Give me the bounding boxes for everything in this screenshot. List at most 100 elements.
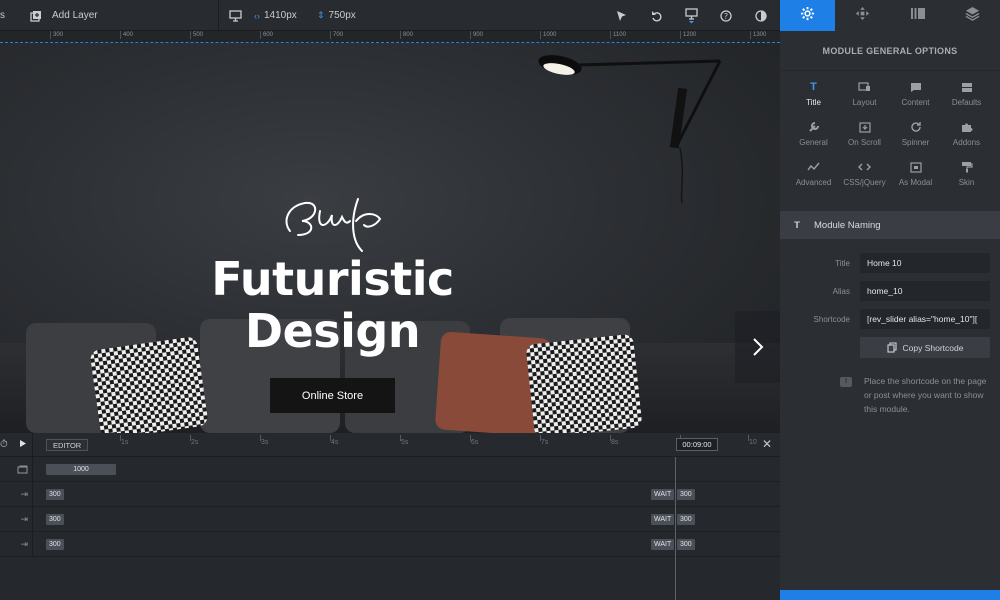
- slide-row-icon: [0, 457, 33, 481]
- next-slide-arrow[interactable]: [735, 311, 780, 383]
- slides-icon: [910, 7, 926, 25]
- layer-start-chip[interactable]: 300: [46, 514, 64, 525]
- option-content[interactable]: Content: [890, 79, 941, 109]
- layer-end-chip[interactable]: 300: [677, 539, 695, 550]
- pointer-icon[interactable]: [616, 0, 627, 31]
- preview-desktop-icon[interactable]: [685, 0, 698, 31]
- option-label: On Scroll: [848, 138, 881, 147]
- option-label: CSS/jQuery: [843, 178, 886, 187]
- device-desktop-icon[interactable]: [229, 0, 242, 31]
- time-label: 5s: [401, 439, 409, 446]
- layer-row-icon: ⇥: [0, 507, 33, 531]
- on-scroll-icon: [858, 119, 871, 135]
- layer-wait-chip[interactable]: WAIT: [651, 514, 675, 525]
- tab-slides[interactable]: [890, 0, 945, 31]
- slide-canvas[interactable]: Futuristic Design Online Store: [0, 43, 780, 433]
- ruler-tick: 600: [260, 31, 273, 39]
- online-store-button[interactable]: Online Store: [270, 378, 395, 413]
- alias-label: Alias: [832, 287, 850, 296]
- layer-row: ⇥ 300 WAIT 300: [0, 482, 780, 507]
- time-label: 10: [749, 439, 757, 446]
- layer-start-chip[interactable]: 300: [46, 539, 64, 550]
- time-label: 6s: [471, 439, 479, 446]
- panel-tabs: [780, 0, 1000, 31]
- timeline-playhead[interactable]: [675, 457, 676, 600]
- width-field[interactable]: ‹› 1410px: [254, 0, 297, 31]
- option-skin[interactable]: Skin: [941, 159, 992, 189]
- option-label: Layout: [852, 98, 877, 107]
- option-as-modal[interactable]: As Modal: [890, 159, 941, 189]
- close-timeline-icon[interactable]: ✕: [762, 438, 772, 450]
- layer-enter-icon: ⇥: [20, 513, 28, 524]
- add-layer-button[interactable]: Add Layer: [30, 0, 98, 31]
- chevron-right-icon: [752, 338, 763, 356]
- option-on-scroll[interactable]: On Scroll: [839, 119, 890, 149]
- advanced-icon: [807, 159, 820, 175]
- layer-wait-chip[interactable]: WAIT: [651, 489, 675, 500]
- help-icon[interactable]: ?: [720, 0, 732, 31]
- option-spinner[interactable]: Spinner: [890, 119, 941, 149]
- top-toolbar: s Add Layer ‹› 1410px ⇕ 750px ?: [0, 0, 780, 31]
- option-addons[interactable]: Addons: [941, 119, 992, 149]
- layer-row-icon: ⇥: [0, 532, 33, 556]
- time-label: 3s: [261, 439, 269, 446]
- save-bar[interactable]: [780, 590, 1000, 600]
- defaults-icon: [961, 79, 973, 95]
- module-naming-section[interactable]: T Module Naming: [780, 211, 1000, 239]
- navigation-icon: [855, 6, 870, 26]
- shortcode-label: Shortcode: [813, 315, 850, 324]
- copy-shortcode-button[interactable]: Copy Shortcode: [860, 337, 990, 358]
- option-label: Addons: [952, 138, 981, 147]
- info-icon: !: [840, 377, 852, 387]
- spinner-icon: [910, 119, 922, 135]
- timer-icon[interactable]: ⏱: [0, 439, 8, 450]
- title-label: Title: [835, 259, 850, 268]
- contrast-icon[interactable]: [755, 0, 767, 31]
- alias-field[interactable]: home_10: [860, 281, 990, 301]
- toolbar-divider: [218, 0, 219, 31]
- tab-layers[interactable]: [945, 0, 1000, 31]
- option-defaults[interactable]: Defaults: [941, 79, 992, 109]
- tab-module-settings[interactable]: [780, 0, 835, 31]
- content-icon: [910, 79, 922, 95]
- paint-roller-icon: [961, 159, 973, 175]
- slide-duration-chip[interactable]: 1000: [46, 464, 116, 475]
- layer-end-chip[interactable]: 300: [677, 514, 695, 525]
- time-label: 2s: [191, 439, 199, 446]
- option-general[interactable]: General: [788, 119, 839, 149]
- height-field[interactable]: ⇕ 750px: [317, 0, 356, 31]
- timeline-controls: ⏱: [0, 433, 33, 456]
- tab-navigation[interactable]: [835, 0, 890, 31]
- width-value: 1410px: [264, 10, 297, 21]
- title-icon: T: [810, 81, 817, 93]
- editor-button[interactable]: EDITOR: [46, 439, 89, 451]
- option-advanced[interactable]: Advanced: [788, 159, 839, 189]
- layout-icon: [858, 79, 871, 95]
- houndstooth-cushion: [525, 333, 643, 433]
- option-label: Spinner: [901, 138, 930, 147]
- undo-icon[interactable]: [651, 0, 663, 31]
- play-icon[interactable]: [19, 439, 27, 450]
- layers-icon: [965, 6, 980, 26]
- option-label: Advanced: [795, 178, 832, 187]
- houndstooth-cushion: [89, 335, 209, 433]
- ruler-tick: 700: [330, 31, 343, 39]
- ruler-tick: 500: [190, 31, 203, 39]
- layer-start-chip[interactable]: 300: [46, 489, 64, 500]
- signature-logo: [285, 198, 382, 252]
- current-time-display[interactable]: 00:09:00: [676, 438, 718, 451]
- layer-wait-chip[interactable]: WAIT: [651, 539, 675, 550]
- shortcode-field[interactable]: [rev_slider alias="home_10"][: [860, 309, 990, 329]
- title-field[interactable]: Home 10: [860, 253, 990, 273]
- ruler-tick: 800: [400, 31, 413, 39]
- option-layout[interactable]: Layout: [839, 79, 890, 109]
- option-label: Content: [901, 98, 930, 107]
- gear-icon: [800, 6, 815, 26]
- option-label: Defaults: [951, 98, 982, 107]
- panel-title: MODULE GENERAL OPTIONS: [780, 31, 1000, 71]
- section-title: Module Naming: [814, 219, 881, 231]
- layer-end-chip[interactable]: 300: [677, 489, 695, 500]
- slide-headline[interactable]: Futuristic Design: [200, 253, 465, 357]
- option-css-jquery[interactable]: CSS/jQuery: [839, 159, 890, 189]
- option-title[interactable]: T Title: [788, 79, 839, 109]
